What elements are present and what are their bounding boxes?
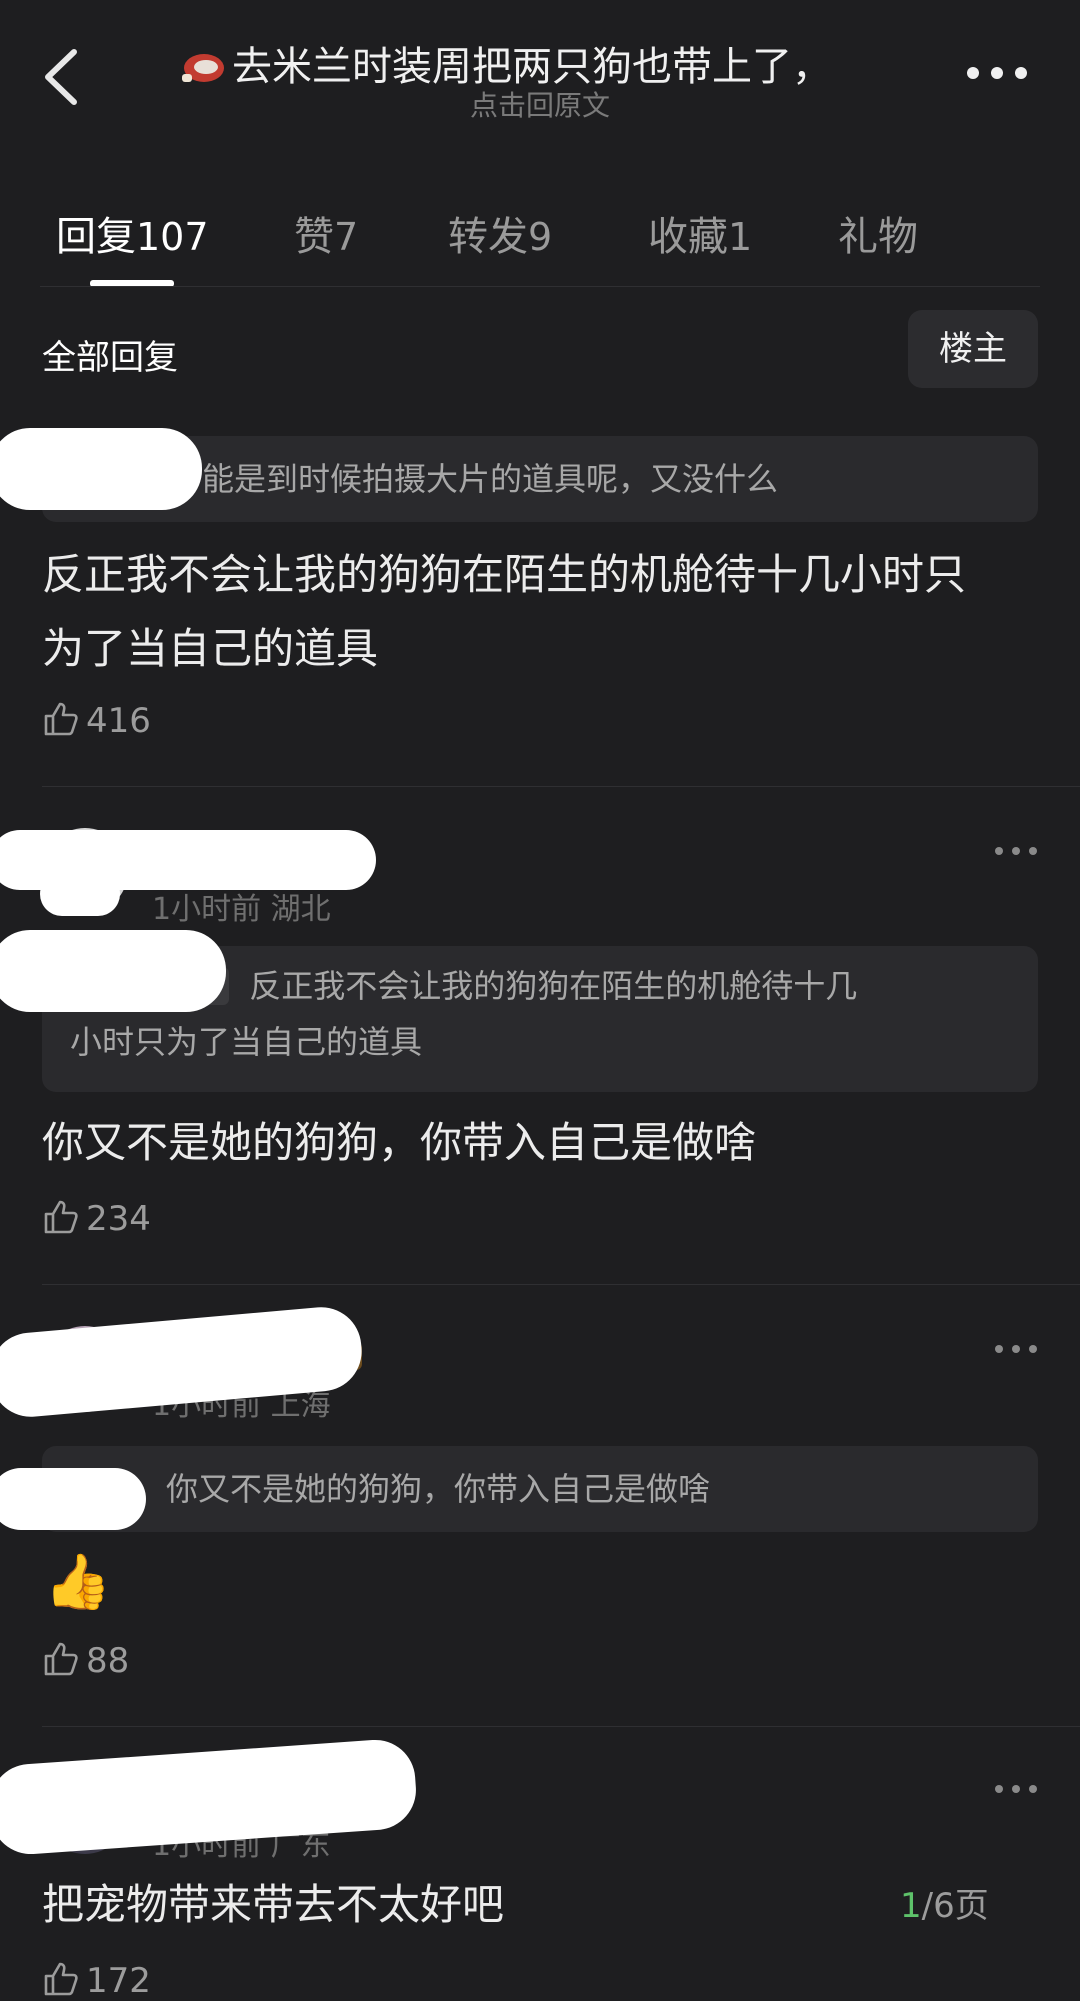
quoted-text: 反正我不会让我的狗狗在陌生的机舱待十几 <box>249 967 858 1005</box>
total-pages: /6页 <box>921 1886 989 1926</box>
divider <box>42 1726 1080 1727</box>
like-button[interactable]: 172 <box>42 1960 151 2001</box>
tab-likes[interactable]: 赞7 <box>294 204 358 262</box>
quoted-text: 小时只为了当自己的道具 <box>70 1023 423 1061</box>
quoted-reply[interactable]: 你又不是她的狗狗，你带入自己是做啥 <box>42 1446 1038 1532</box>
quoted-text: 能是到时候拍摄大片的道具呢，又没什么 <box>202 460 779 498</box>
like-button[interactable]: 234 <box>42 1198 151 1239</box>
tab-count: 1 <box>728 215 753 259</box>
redaction-mark <box>40 872 120 916</box>
tab-count: 9 <box>528 215 553 259</box>
thumbs-up-icon <box>44 1200 78 1234</box>
redaction-mark <box>0 930 226 1012</box>
like-count: 172 <box>86 1961 151 2001</box>
like-count: 234 <box>86 1199 151 1239</box>
thumbs-up-emoji: 👍 <box>44 1550 112 1613</box>
divider <box>40 286 1040 287</box>
tab-reposts[interactable]: 转发9 <box>448 204 552 262</box>
thumbs-up-icon <box>44 702 78 736</box>
comment-content: 你又不是她的狗狗，你带入自己是做啥 <box>42 1118 757 1167</box>
tab-label: 礼物 <box>838 214 918 260</box>
all-replies-heading: 全部回复 <box>42 338 178 378</box>
tab-count: 7 <box>334 215 359 259</box>
like-count: 88 <box>86 1641 130 1681</box>
more-options-icon[interactable] <box>994 846 1038 856</box>
redaction-mark <box>0 428 202 510</box>
tab-count: 107 <box>136 215 209 259</box>
comment-content: 把宠物带来带去不太好吧 <box>42 1880 505 1929</box>
page-indicator[interactable]: 1/6页 <box>900 1878 989 1927</box>
redaction-mark <box>0 1468 146 1530</box>
tab-label: 赞 <box>294 214 334 260</box>
thumbs-up-icon <box>44 1642 78 1676</box>
like-button[interactable]: 88 <box>42 1640 129 1681</box>
more-icon[interactable] <box>966 66 1028 80</box>
tab-label: 回复 <box>56 214 136 260</box>
tab-label: 收藏 <box>648 214 728 260</box>
quoted-text: 你又不是她的狗狗，你带入自己是做啥 <box>166 1470 711 1508</box>
op-only-button[interactable]: 楼主 <box>908 310 1038 388</box>
more-options-icon[interactable] <box>994 1344 1038 1354</box>
tab-favorites[interactable]: 收藏1 <box>648 204 752 262</box>
divider <box>42 786 1080 787</box>
tab-replies[interactable]: 回复107 <box>56 204 209 262</box>
current-page: 1 <box>900 1886 922 1926</box>
tab-label: 转发 <box>448 214 528 260</box>
tab-gifts[interactable]: 礼物 <box>838 204 918 262</box>
thumbs-up-icon <box>44 1962 78 1996</box>
meat-emoji-icon <box>182 54 224 82</box>
like-count: 416 <box>86 701 151 741</box>
back-to-original-link[interactable]: 点击回原文 <box>0 84 1080 124</box>
timestamp-location: 1小时前 湖北 <box>152 892 331 927</box>
divider <box>42 1284 1080 1285</box>
comment-text-line: 为了当自己的道具 <box>42 624 379 673</box>
comment-text-line: 反正我不会让我的狗狗在陌生的机舱待十几小时只 <box>42 550 967 599</box>
comment-content: 反正我不会让我的狗狗在陌生的机舱待十几小时只 为了当自己的道具 <box>42 538 1042 686</box>
redaction-mark <box>0 1737 419 1857</box>
tab-bar: 回复107 赞7 转发9 收藏1 礼物 <box>0 200 1080 290</box>
like-button[interactable]: 416 <box>42 700 151 741</box>
more-options-icon[interactable] <box>994 1784 1038 1794</box>
